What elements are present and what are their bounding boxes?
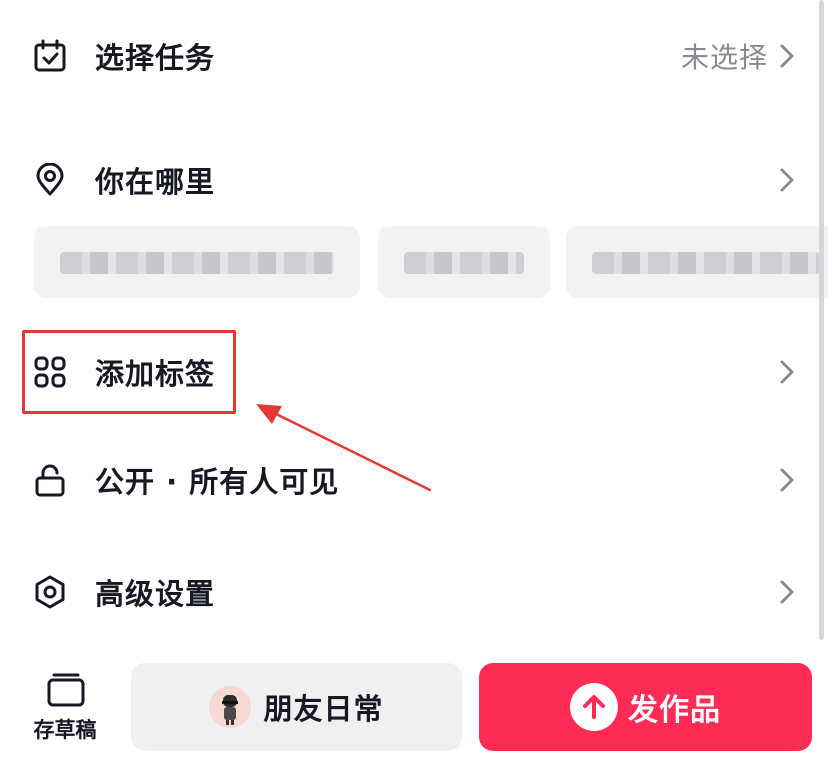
blurred-location-text <box>404 252 524 274</box>
blurred-location-text <box>592 252 820 274</box>
location-chip[interactable] <box>566 226 828 298</box>
publish-button[interactable]: 发作品 <box>479 663 812 751</box>
bottom-action-bar: 存草稿 朋友日常 发作品 <box>0 648 828 765</box>
blurred-location-text <box>60 252 334 274</box>
chevron-right-icon <box>780 580 794 604</box>
add-tags-label: 添加标签 <box>95 357 216 391</box>
draft-box-icon <box>47 673 85 707</box>
unlock-icon <box>32 462 68 498</box>
privacy-row[interactable]: 公开 · 所有人可见 <box>0 440 828 520</box>
friends-daily-button[interactable]: 朋友日常 <box>131 663 462 751</box>
select-task-value: 未选择 <box>680 41 768 74</box>
grid-four-icon <box>32 354 68 390</box>
location-pin-icon <box>32 162 68 198</box>
friends-daily-label: 朋友日常 <box>263 692 384 726</box>
add-tags-row[interactable]: 添加标签 <box>0 332 828 412</box>
calendar-check-icon <box>32 38 68 74</box>
save-draft-label: 存草稿 <box>33 718 97 742</box>
location-chip[interactable] <box>378 226 550 298</box>
advanced-settings-label: 高级设置 <box>95 577 216 611</box>
save-draft-button[interactable]: 存草稿 <box>22 672 108 748</box>
chevron-right-icon <box>780 44 794 68</box>
chevron-right-icon <box>780 468 794 492</box>
advanced-settings-row[interactable]: 高级设置 <box>0 552 828 632</box>
publish-label: 发作品 <box>628 693 721 728</box>
location-label: 你在哪里 <box>95 165 216 199</box>
arrow-up-icon <box>570 683 618 731</box>
publish-settings-page: 选择任务 未选择 你在哪里 添加标签 公开 · 所有人可见 高级设置 存草稿 朋… <box>0 0 828 765</box>
chevron-right-icon <box>780 168 794 192</box>
chevron-right-icon <box>780 360 794 384</box>
hexagon-settings-icon <box>32 574 68 610</box>
avatar <box>209 686 252 728</box>
scrollbar[interactable] <box>819 0 824 640</box>
privacy-label: 公开 · 所有人可见 <box>95 465 340 499</box>
select-task-row[interactable]: 选择任务 未选择 <box>0 16 828 96</box>
location-chip[interactable] <box>34 226 360 298</box>
location-row[interactable]: 你在哪里 <box>0 140 828 220</box>
location-suggestions <box>0 226 828 298</box>
select-task-label: 选择任务 <box>95 41 216 75</box>
